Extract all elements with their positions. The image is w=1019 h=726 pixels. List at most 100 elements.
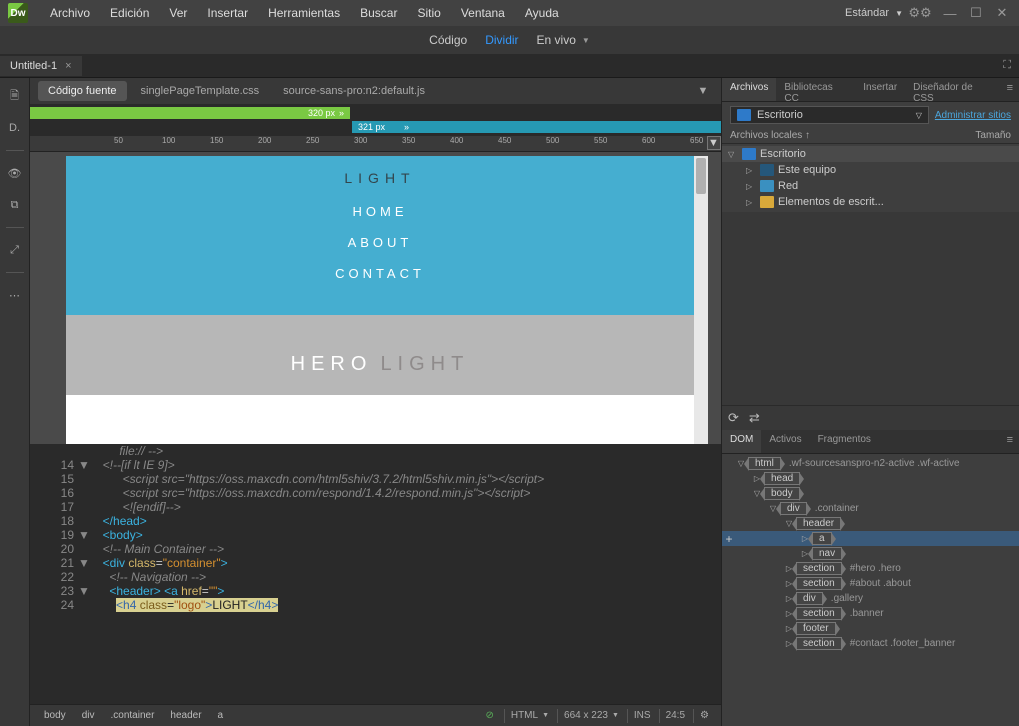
file-management-icon[interactable]: 🗎 [5, 86, 25, 106]
dom-tree-row[interactable]: ▷section#contact .footer_banner [722, 636, 1019, 651]
dom-tree-row[interactable]: ▷section.banner [722, 606, 1019, 621]
chevron-down-icon[interactable]: ▼ [582, 36, 590, 45]
tree-arrow-icon[interactable]: ▷ [746, 198, 756, 207]
dom-tree-row[interactable]: ▷section#hero .hero [722, 561, 1019, 576]
ruler[interactable]: 50100150200250300350400450500550600650 ▼ [30, 136, 721, 152]
code-line[interactable]: 17 <![endif]--> [30, 500, 721, 514]
dom-element-tag[interactable]: div [780, 502, 807, 515]
dom-element-tag[interactable]: head [764, 472, 800, 485]
panel-tab[interactable]: Bibliotecas CC [776, 78, 855, 101]
file-tree-row[interactable]: ▷Este equipo [722, 162, 1019, 178]
dom-tree-row[interactable]: ▷div.gallery [722, 591, 1019, 606]
media-query-bar[interactable]: 320 px» 321 px» [30, 104, 721, 136]
source-code-button[interactable]: Código fuente [38, 81, 127, 101]
file-tree-row[interactable]: ▽Escritorio [722, 146, 1019, 162]
ruler-scrubber[interactable]: ▼ [707, 136, 721, 150]
expand-doc-icon[interactable]: ⛶ [995, 59, 1019, 72]
code-line[interactable]: 23▼ <header> <a href=""> [30, 584, 721, 598]
dom-tree[interactable]: ▽html.wf-sourcesanspro-n2-active .wf-act… [722, 454, 1019, 726]
add-element-icon[interactable]: + [722, 532, 736, 546]
no-errors-icon[interactable]: ⊘ [477, 710, 501, 721]
more-tools-icon[interactable]: ⋯ [5, 285, 25, 305]
dom-tree-row[interactable]: ▷nav [722, 546, 1019, 561]
dom-tree-row[interactable]: ▷footer [722, 621, 1019, 636]
dom-element-tag[interactable]: footer [796, 622, 836, 635]
status-language[interactable]: HTML▼ [504, 709, 555, 723]
dom-element-tag[interactable]: a [812, 532, 832, 545]
dom-element-tag[interactable]: section [796, 637, 842, 650]
document-tab[interactable]: Untitled-1× [0, 56, 82, 76]
panel-tab[interactable]: Insertar [855, 78, 905, 101]
d-icon[interactable]: D. [5, 118, 25, 138]
status-dimensions[interactable]: 664 x 223▼ [557, 709, 625, 723]
panel-tab[interactable]: Archivos [722, 78, 776, 101]
manage-sites-link[interactable]: Administrar sitios [935, 110, 1011, 121]
breadcrumb-item[interactable]: header [162, 708, 209, 723]
code-line[interactable]: file:// --> [30, 444, 721, 458]
sync-icon[interactable]: ⇄ [749, 410, 760, 426]
code-line[interactable]: 22 <!-- Navigation --> [30, 570, 721, 584]
dom-tree-row[interactable]: ▽html.wf-sourcesanspro-n2-active .wf-act… [722, 456, 1019, 471]
dom-tree-row[interactable]: ▷section#about .about [722, 576, 1019, 591]
panel-menu-icon[interactable]: ≡ [1001, 430, 1019, 453]
sync-settings-icon[interactable]: ⚙⚙ [911, 6, 929, 20]
dom-tree-row[interactable]: ▽header [722, 516, 1019, 531]
status-insert-mode[interactable]: INS [627, 709, 657, 723]
menu-sitio[interactable]: Sitio [407, 6, 450, 20]
tree-arrow-icon[interactable]: ▷ [746, 182, 756, 191]
dom-element-tag[interactable]: section [796, 577, 842, 590]
related-js-file[interactable]: source-sans-pro:n2:default.js [273, 81, 435, 101]
inspect-icon[interactable]: ⧉ [5, 195, 25, 215]
filter-icon[interactable]: ▼ [693, 81, 713, 101]
panel-tab[interactable]: Fragmentos [810, 430, 879, 453]
panel-tab[interactable]: Activos [761, 430, 809, 453]
menu-insertar[interactable]: Insertar [197, 6, 258, 20]
menu-buscar[interactable]: Buscar [350, 6, 407, 20]
menu-archivo[interactable]: Archivo [40, 6, 100, 20]
breadcrumb-item[interactable]: div [74, 708, 103, 723]
file-tree-row[interactable]: ▷Red [722, 178, 1019, 194]
menu-herramientas[interactable]: Herramientas [258, 6, 350, 20]
dom-element-tag[interactable]: body [764, 487, 800, 500]
mq-breakpoint-320[interactable]: 320 px» [30, 107, 350, 119]
minimize-button[interactable]: — [941, 6, 959, 20]
code-line[interactable]: 14▼ <!--[if lt IE 9]> [30, 458, 721, 472]
code-line[interactable]: 16 <script src="https://oss.maxcdn.com/r… [30, 486, 721, 500]
expand-icon[interactable]: ⤢ [5, 240, 25, 260]
preview-document[interactable]: LIGHT HOMEABOUTCONTACT HEROLIGHT [66, 156, 694, 444]
dom-element-tag[interactable]: nav [812, 547, 842, 560]
dom-tree-row[interactable]: ▽body [722, 486, 1019, 501]
refresh-icon[interactable]: ⟳ [728, 410, 739, 426]
preview-scrollbar[interactable] [694, 156, 708, 444]
menu-ver[interactable]: Ver [159, 6, 197, 20]
code-line[interactable]: 15 <script src="https://oss.maxcdn.com/h… [30, 472, 721, 486]
dom-tree-row[interactable]: +▷a [722, 531, 1019, 546]
dom-element-tag[interactable]: html [748, 457, 781, 470]
tree-arrow-icon[interactable]: ▷ [746, 166, 756, 175]
maximize-button[interactable]: ☐ [967, 6, 985, 20]
close-button[interactable]: ✕ [993, 6, 1011, 20]
status-settings-icon[interactable]: ⚙ [693, 709, 715, 723]
menu-ventana[interactable]: Ventana [451, 6, 515, 20]
dom-element-tag[interactable]: section [796, 562, 842, 575]
dom-tree-row[interactable]: ▽div.container [722, 501, 1019, 516]
related-css-file[interactable]: singlePageTemplate.css [131, 81, 270, 101]
dom-tree-row[interactable]: ▷head [722, 471, 1019, 486]
code-line[interactable]: 24 <h4 class="logo">LIGHT</h4> [30, 598, 721, 612]
code-line[interactable]: 19▼ <body> [30, 528, 721, 542]
close-icon[interactable]: × [65, 60, 71, 72]
site-selector[interactable]: Escritorio ▽ [730, 106, 929, 124]
viewmode-live[interactable]: En vivo [537, 33, 576, 47]
code-view[interactable]: file:// -->14▼ <!--[if lt IE 9]>15 <scri… [30, 444, 721, 704]
code-line[interactable]: 21▼ <div class="container"> [30, 556, 721, 570]
panel-tab[interactable]: DOM [722, 430, 761, 453]
mq-breakpoint-321[interactable]: 321 px» [352, 121, 721, 133]
workspace-selector[interactable]: Estándar▼ [837, 5, 911, 21]
breadcrumb-item[interactable]: a [210, 708, 232, 723]
code-line[interactable]: 18 </head> [30, 514, 721, 528]
files-column-headers[interactable]: Archivos locales ↑ Tamaño [722, 128, 1019, 144]
tree-arrow-icon[interactable]: ▽ [728, 150, 738, 159]
breadcrumb-item[interactable]: .container [102, 708, 162, 723]
dom-element-tag[interactable]: header [796, 517, 841, 530]
breadcrumb-item[interactable]: body [36, 708, 74, 723]
